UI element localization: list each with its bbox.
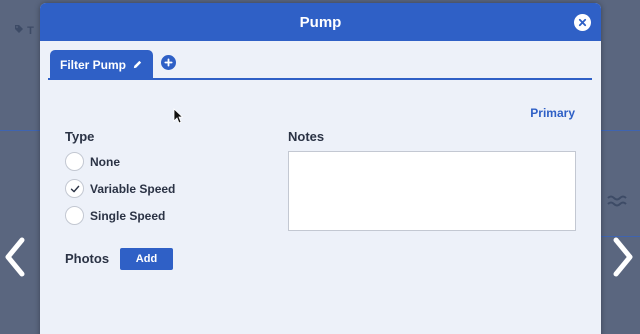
type-option-label: Single Speed — [90, 208, 166, 223]
modal-header: Pump — [40, 3, 601, 41]
radio-button[interactable] — [65, 206, 84, 225]
type-option-variable-speed[interactable]: Variable Speed — [65, 179, 175, 198]
tag-icon — [15, 25, 23, 33]
modal-title: Pump — [299, 13, 342, 31]
add-photo-button[interactable]: Add — [120, 248, 173, 270]
close-button[interactable] — [574, 14, 591, 31]
pointer-cursor-icon — [173, 108, 184, 129]
photos-label: Photos — [65, 251, 110, 266]
check-icon — [70, 185, 79, 192]
tab-bar: Filter Pump — [48, 50, 592, 80]
pump-modal: Pump Filter Pump Primary Type None Varia… — [40, 3, 601, 334]
radio-button[interactable] — [65, 179, 84, 198]
background-tag: T — [14, 24, 34, 37]
radio-button[interactable] — [65, 152, 84, 171]
background-divider — [0, 130, 40, 131]
plus-circle-icon — [164, 58, 173, 67]
wave-icon — [606, 190, 630, 219]
background-divider — [601, 130, 640, 131]
tab-label: Filter Pump — [60, 57, 127, 72]
type-option-label: Variable Speed — [90, 181, 176, 196]
pencil-icon[interactable] — [132, 59, 143, 70]
next-button[interactable] — [608, 232, 638, 282]
background-tag-text: T — [27, 25, 34, 37]
type-option-single-speed[interactable]: Single Speed — [65, 206, 165, 225]
add-tab-button[interactable] — [161, 55, 176, 70]
notes-label: Notes — [288, 129, 325, 144]
type-label: Type — [65, 129, 95, 144]
chevron-right-icon — [613, 237, 633, 277]
tab-filter-pump[interactable]: Filter Pump — [50, 50, 154, 79]
previous-button[interactable] — [0, 232, 30, 282]
close-icon — [578, 18, 587, 27]
primary-link[interactable]: Primary — [530, 106, 575, 120]
notes-textarea[interactable] — [288, 151, 576, 231]
chevron-left-icon — [5, 237, 25, 277]
type-option-none[interactable]: None — [65, 152, 120, 171]
type-option-label: None — [90, 154, 120, 169]
